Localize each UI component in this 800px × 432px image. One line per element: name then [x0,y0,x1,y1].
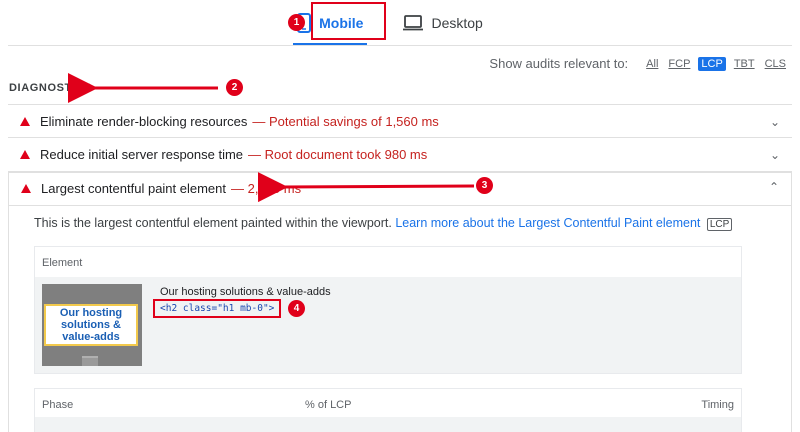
annotation-arrows [68,73,475,203]
arrow-to-lcp-element [257,172,475,203]
annotation-badge-2: 2 [226,79,243,96]
annotation-badge-3: 3 [476,177,493,194]
